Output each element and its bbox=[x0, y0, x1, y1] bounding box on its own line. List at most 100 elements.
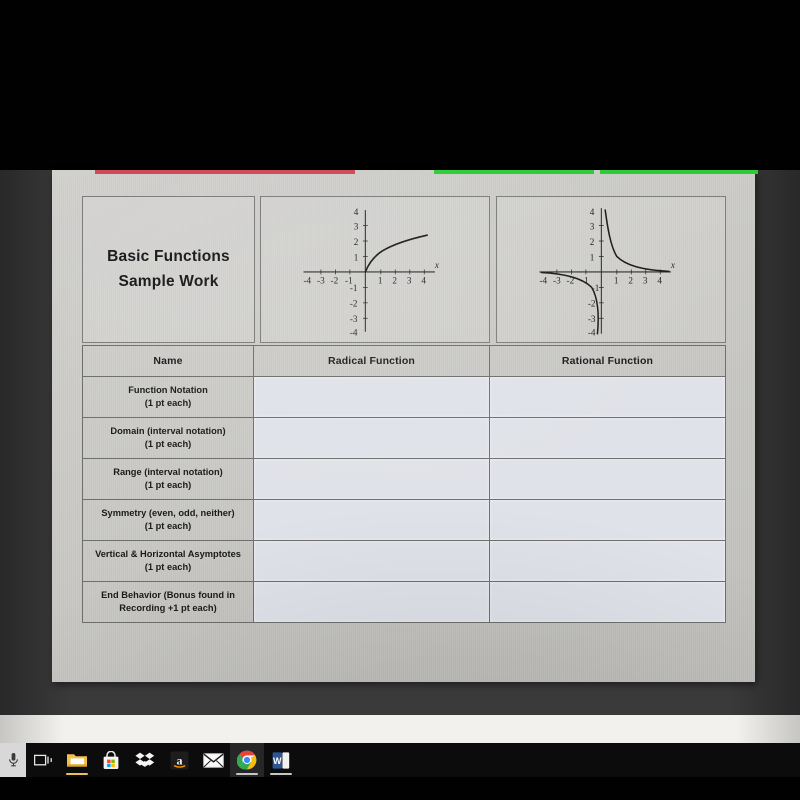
y-tick-1: 1 bbox=[354, 252, 359, 262]
microphone-icon bbox=[8, 753, 18, 767]
answer-cell-radical-end-behavior[interactable] bbox=[253, 581, 490, 623]
x-tick-4: 4 bbox=[657, 276, 662, 286]
answer-cell-rational-range[interactable] bbox=[489, 458, 726, 500]
file-explorer-button[interactable] bbox=[60, 743, 94, 777]
title-line-1: Basic Functions bbox=[107, 248, 230, 266]
x-tick-3: 3 bbox=[643, 276, 648, 286]
worksheet-table: Name Radical Function Rational Function … bbox=[82, 345, 726, 623]
dropbox-button[interactable] bbox=[128, 743, 162, 777]
amazon-button[interactable]: a bbox=[162, 743, 196, 777]
y-tick--4: -4 bbox=[350, 328, 358, 338]
x-tick-2: 2 bbox=[392, 276, 397, 286]
screen-bezel-strip bbox=[0, 715, 800, 743]
row-label-line-2: (1 pt each) bbox=[144, 439, 192, 449]
column-header-radical: Radical Function bbox=[253, 345, 490, 377]
task-view-button[interactable] bbox=[26, 743, 60, 777]
row-label-line-1: Function Notation bbox=[128, 384, 208, 395]
row-label-line-2: (1 pt each) bbox=[144, 480, 192, 490]
x-tick--2: -2 bbox=[567, 276, 575, 286]
y-tick--1: -1 bbox=[592, 283, 600, 293]
x-tick-1: 1 bbox=[378, 276, 383, 286]
answer-cell-rational-domain[interactable] bbox=[489, 417, 726, 459]
task-view-icon bbox=[33, 754, 52, 765]
row-label-line-2: Recording +1 pt each) bbox=[119, 603, 217, 613]
chrome-button[interactable] bbox=[230, 743, 264, 777]
chrome-icon bbox=[237, 750, 257, 770]
answer-cell-rational-symmetry[interactable] bbox=[489, 499, 726, 541]
rational-function-graph: -4 -3 -2 -1 1 2 3 4 4 3 2 1 -1 -2 -3 -4 … bbox=[496, 196, 726, 343]
table-row: Function Notation (1 pt each) bbox=[82, 376, 726, 418]
running-indicator bbox=[236, 773, 258, 775]
row-label-function-notation: Function Notation (1 pt each) bbox=[82, 376, 254, 418]
y-tick-4: 4 bbox=[590, 207, 595, 217]
x-tick--2: -2 bbox=[331, 276, 339, 286]
answer-cell-radical-asymptotes[interactable] bbox=[253, 540, 490, 582]
title-line-2: Sample Work bbox=[118, 272, 219, 290]
y-tick--3: -3 bbox=[588, 314, 596, 324]
answer-cell-radical-function-notation[interactable] bbox=[253, 376, 490, 418]
x-tick--1: -1 bbox=[581, 276, 589, 286]
x-axis-label: x bbox=[670, 260, 675, 270]
row-label-line-1: Vertical & Horizontal Asymptotes bbox=[95, 548, 241, 559]
svg-text:a: a bbox=[176, 753, 182, 767]
answer-cell-radical-symmetry[interactable] bbox=[253, 499, 490, 541]
radical-function-graph: -4 -3 -2 -1 1 2 3 4 4 3 2 1 -1 -2 -3 -4 … bbox=[260, 196, 490, 343]
x-tick--4: -4 bbox=[304, 276, 312, 286]
row-label-symmetry: Symmetry (even, odd, neither) (1 pt each… bbox=[82, 499, 254, 541]
mail-button[interactable] bbox=[196, 743, 230, 777]
x-tick-3: 3 bbox=[407, 276, 412, 286]
mail-icon bbox=[202, 752, 224, 768]
worksheet-title-box: Basic Functions Sample Work bbox=[82, 196, 255, 343]
red-highlight-mark bbox=[95, 170, 355, 174]
amazon-icon: a bbox=[170, 751, 188, 769]
page-title: Basic Functions Sample Work bbox=[107, 245, 230, 293]
microsoft-store-button[interactable] bbox=[94, 743, 128, 777]
running-indicator bbox=[270, 773, 292, 775]
row-label-line-1: Domain (interval notation) bbox=[110, 425, 226, 436]
row-label-asymptotes: Vertical & Horizontal Asymptotes (1 pt e… bbox=[82, 540, 254, 582]
green-highlight-mark-2 bbox=[600, 170, 758, 174]
y-tick-2: 2 bbox=[354, 237, 359, 247]
reciprocal-curve-right bbox=[604, 209, 670, 273]
svg-text:W: W bbox=[273, 756, 282, 766]
row-label-range: Range (interval notation) (1 pt each) bbox=[82, 458, 254, 500]
answer-cell-rational-function-notation[interactable] bbox=[489, 376, 726, 418]
answer-cell-radical-range[interactable] bbox=[253, 458, 490, 500]
x-tick-4: 4 bbox=[421, 276, 426, 286]
y-tick-2: 2 bbox=[590, 237, 595, 247]
file-explorer-icon bbox=[67, 754, 87, 767]
answer-cell-rational-asymptotes[interactable] bbox=[489, 540, 726, 582]
y-tick-3: 3 bbox=[354, 221, 359, 231]
y-tick--4: -4 bbox=[588, 328, 596, 338]
running-indicator bbox=[66, 773, 88, 775]
column-header-rational: Rational Function bbox=[489, 345, 726, 377]
row-label-domain: Domain (interval notation) (1 pt each) bbox=[82, 417, 254, 459]
x-tick--3: -3 bbox=[317, 276, 325, 286]
table-row: Range (interval notation) (1 pt each) bbox=[82, 458, 726, 500]
word-button[interactable]: W bbox=[264, 743, 298, 777]
row-label-line-1: Range (interval notation) bbox=[113, 466, 223, 477]
table-row: Domain (interval notation) (1 pt each) bbox=[82, 417, 726, 459]
row-label-line-2: (1 pt each) bbox=[144, 521, 192, 531]
row-label-line-1: Symmetry (even, odd, neither) bbox=[101, 507, 235, 518]
word-icon: W bbox=[272, 751, 290, 769]
x-tick-1: 1 bbox=[614, 276, 619, 286]
row-label-end-behavior: End Behavior (Bonus found in Recording +… bbox=[82, 581, 254, 623]
column-header-name: Name bbox=[82, 345, 254, 377]
cortana-search-button[interactable] bbox=[0, 743, 26, 777]
table-row: Vertical & Horizontal Asymptotes (1 pt e… bbox=[82, 540, 726, 582]
row-label-line-2: (1 pt each) bbox=[144, 398, 192, 408]
windows-taskbar: a W bbox=[0, 743, 800, 777]
microsoft-store-icon bbox=[103, 750, 119, 769]
table-row: Symmetry (even, odd, neither) (1 pt each… bbox=[82, 499, 726, 541]
table-row: End Behavior (Bonus found in Recording +… bbox=[82, 581, 726, 623]
worksheet-page: Basic Functions Sample Work -4 -3 -2 -1 … bbox=[52, 170, 758, 682]
row-label-line-2: (1 pt each) bbox=[144, 562, 192, 572]
answer-cell-radical-domain[interactable] bbox=[253, 417, 490, 459]
y-tick-3: 3 bbox=[590, 221, 595, 231]
x-tick--3: -3 bbox=[553, 276, 561, 286]
square-root-curve bbox=[364, 234, 428, 273]
answer-cell-rational-end-behavior[interactable] bbox=[489, 581, 726, 623]
table-header-row: Name Radical Function Rational Function bbox=[82, 345, 726, 377]
x-tick-2: 2 bbox=[628, 276, 633, 286]
